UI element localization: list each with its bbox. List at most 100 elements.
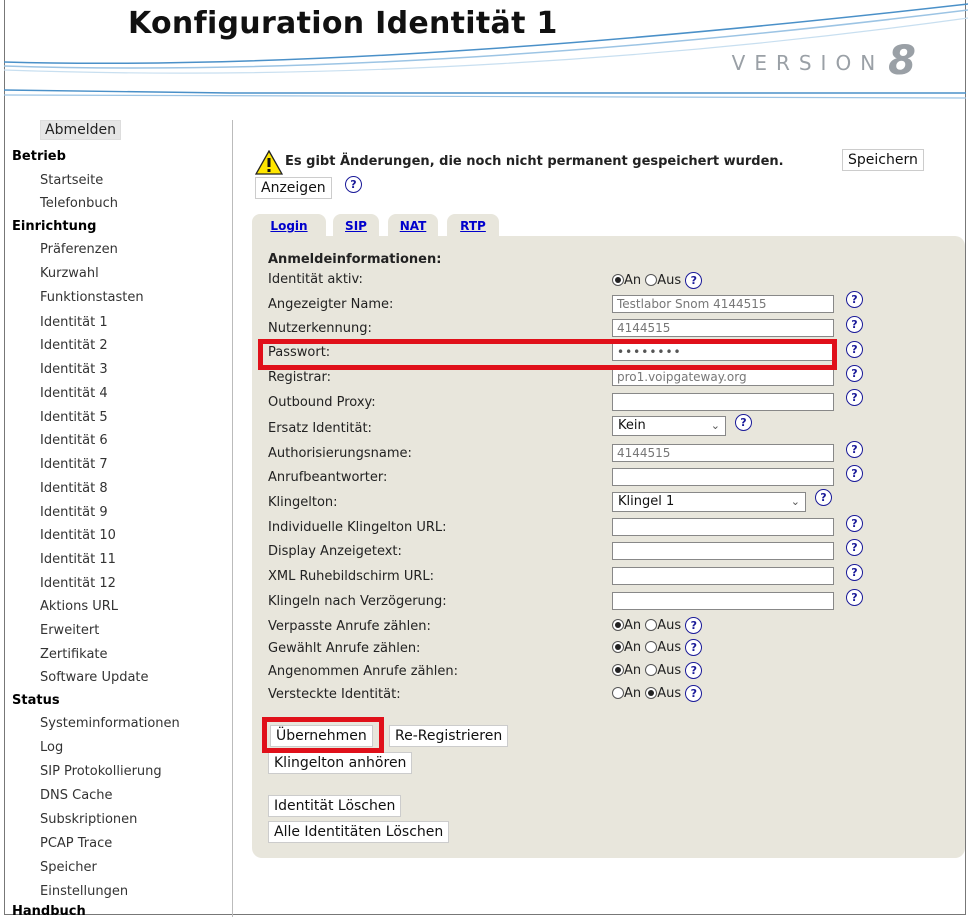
sidebar-item-identitaet-11[interactable]: Identität 11 — [40, 552, 116, 567]
user-id-label: Nutzerkennung: — [268, 321, 372, 336]
tab-nat[interactable]: NAT — [388, 214, 438, 236]
logout-button[interactable]: Abmelden — [40, 120, 121, 140]
hidden-identity-on-radio[interactable] — [612, 687, 624, 699]
count-accepted-radio: An Aus ? — [612, 662, 703, 679]
identity-active-off-radio[interactable] — [645, 274, 658, 286]
tab-login[interactable]: Login — [252, 214, 326, 236]
count-missed-on-radio[interactable] — [612, 619, 624, 631]
help-icon[interactable]: ? — [846, 564, 863, 581]
sidebar-item-identitaet-1[interactable]: Identität 1 — [40, 315, 108, 330]
mailbox-label: Anrufbeantworter: — [268, 470, 388, 485]
help-icon[interactable]: ? — [815, 489, 832, 506]
sidebar-item-identitaet-10[interactable]: Identität 10 — [40, 528, 116, 543]
help-icon[interactable]: ? — [846, 465, 863, 482]
help-icon[interactable]: ? — [846, 365, 863, 382]
apply-button-highlight — [262, 717, 384, 753]
help-icon[interactable]: ? — [846, 389, 863, 406]
page-title: Konfiguration Identität 1 — [128, 6, 558, 41]
help-icon[interactable]: ? — [846, 515, 863, 532]
sidebar-item-identitaet-5[interactable]: Identität 5 — [40, 410, 108, 425]
sidebar-item-identitaet-2[interactable]: Identität 2 — [40, 338, 108, 353]
user-id-input[interactable]: 4144515 — [612, 319, 834, 337]
show-changes-button[interactable]: Anzeigen — [255, 177, 332, 199]
sidebar-item-erweitert[interactable]: Erweitert — [40, 623, 99, 638]
custom-ringtone-url-input[interactable] — [612, 518, 834, 536]
sidebar-item-funktionstasten[interactable]: Funktionstasten — [40, 290, 144, 305]
sidebar-item-identitaet-7[interactable]: Identität 7 — [40, 457, 108, 472]
help-icon[interactable]: ? — [685, 617, 703, 634]
help-icon[interactable]: ? — [846, 316, 863, 333]
count-accepted-label: Angenommen Anrufe zählen: — [268, 664, 458, 679]
registrar-input[interactable]: pro1.voipgateway.org — [612, 368, 834, 386]
sidebar-item-einstellungen[interactable]: Einstellungen — [40, 884, 128, 899]
tab-rtp[interactable]: RTP — [447, 214, 499, 236]
ring-delay-label: Klingeln nach Verzögerung: — [268, 594, 447, 609]
count-dialed-radio: An Aus ? — [612, 639, 703, 656]
warning-text: Es gibt Änderungen, die noch nicht perma… — [285, 154, 784, 169]
chevron-down-icon: ⌄ — [710, 419, 720, 432]
sidebar-item-systeminformationen[interactable]: Systeminformationen — [40, 716, 180, 731]
chevron-down-icon: ⌄ — [790, 495, 800, 508]
help-icon[interactable]: ? — [846, 291, 863, 308]
delete-all-identities-button[interactable]: Alle Identitäten Löschen — [268, 821, 450, 843]
sidebar-item-log[interactable]: Log — [40, 740, 63, 755]
sidebar-item-identitaet-6[interactable]: Identität 6 — [40, 433, 108, 448]
count-missed-label: Verpasste Anrufe zählen: — [268, 619, 431, 634]
password-highlight — [258, 339, 837, 370]
sidebar-item-praeferenzen[interactable]: Präferenzen — [40, 242, 118, 257]
hidden-identity-label: Versteckte Identität: — [268, 687, 401, 702]
count-dialed-off-radio[interactable] — [645, 641, 658, 653]
failover-identity-select[interactable]: Kein ⌄ — [612, 416, 726, 436]
outbound-proxy-input[interactable] — [612, 393, 834, 411]
ring-delay-input[interactable] — [612, 592, 834, 610]
sidebar-item-telefonbuch[interactable]: Telefonbuch — [40, 196, 118, 211]
help-icon[interactable]: ? — [735, 414, 752, 431]
hidden-identity-off-radio[interactable] — [645, 687, 658, 699]
help-icon[interactable]: ? — [846, 539, 863, 556]
help-icon[interactable]: ? — [345, 176, 362, 193]
delete-identity-button[interactable]: Identität Löschen — [268, 795, 402, 817]
play-ringtone-button[interactable]: Klingelton anhören — [268, 752, 413, 774]
sidebar-item-sip-protokollierung[interactable]: SIP Protokollierung — [40, 764, 162, 779]
help-icon[interactable]: ? — [685, 662, 703, 679]
tab-sip[interactable]: SIP — [333, 214, 379, 236]
sidebar-item-pcap-trace[interactable]: PCAP Trace — [40, 836, 112, 851]
count-missed-off-radio[interactable] — [645, 619, 658, 631]
sidebar-item-identitaet-12[interactable]: Identität 12 — [40, 576, 116, 591]
help-icon[interactable]: ? — [685, 685, 703, 702]
sidebar-item-startseite[interactable]: Startseite — [40, 173, 103, 188]
count-dialed-on-radio[interactable] — [612, 641, 624, 653]
help-icon[interactable]: ? — [685, 639, 703, 656]
sidebar-item-aktions-url[interactable]: Aktions URL — [40, 599, 118, 614]
sidebar-item-identitaet-4[interactable]: Identität 4 — [40, 386, 108, 401]
help-icon[interactable]: ? — [846, 341, 863, 358]
help-icon[interactable]: ? — [846, 441, 863, 458]
count-accepted-on-radio[interactable] — [612, 664, 624, 676]
count-accepted-off-radio[interactable] — [645, 664, 658, 676]
sidebar-item-identitaet-9[interactable]: Identität 9 — [40, 505, 108, 520]
sidebar-item-identitaet-3[interactable]: Identität 3 — [40, 362, 108, 377]
custom-ringtone-url-label: Individuelle Klingelton URL: — [268, 520, 447, 535]
help-icon[interactable]: ? — [685, 272, 703, 289]
xml-idle-url-label: XML Ruhebildschirm URL: — [268, 569, 435, 584]
display-name-input[interactable]: Testlabor Snom 4144515 — [612, 295, 834, 313]
sidebar-item-dns-cache[interactable]: DNS Cache — [40, 788, 113, 803]
sidebar-item-software-update[interactable]: Software Update — [40, 670, 149, 685]
sidebar-item-kurzwahl[interactable]: Kurzwahl — [40, 266, 99, 281]
identity-active-on-radio[interactable] — [612, 274, 624, 286]
sidebar-item-speicher[interactable]: Speicher — [40, 860, 97, 875]
display-name-label: Angezeigter Name: — [268, 297, 394, 312]
ringtone-select[interactable]: Klingel 1 ⌄ — [612, 492, 806, 512]
sidebar-section-einrichtung: Einrichtung — [12, 219, 97, 234]
xml-idle-url-input[interactable] — [612, 567, 834, 585]
save-button[interactable]: Speichern — [842, 149, 924, 171]
sidebar-item-zertifikate[interactable]: Zertifikate — [40, 647, 108, 662]
display-text-input[interactable] — [612, 542, 834, 560]
reregister-button[interactable]: Re-Registrieren — [389, 725, 509, 747]
version-number: 8 — [888, 38, 916, 84]
auth-name-input[interactable]: 4144515 — [612, 444, 834, 462]
mailbox-input[interactable] — [612, 468, 834, 486]
help-icon[interactable]: ? — [846, 589, 863, 606]
sidebar-item-subskriptionen[interactable]: Subskriptionen — [40, 812, 137, 827]
sidebar-item-identitaet-8[interactable]: Identität 8 — [40, 481, 108, 496]
